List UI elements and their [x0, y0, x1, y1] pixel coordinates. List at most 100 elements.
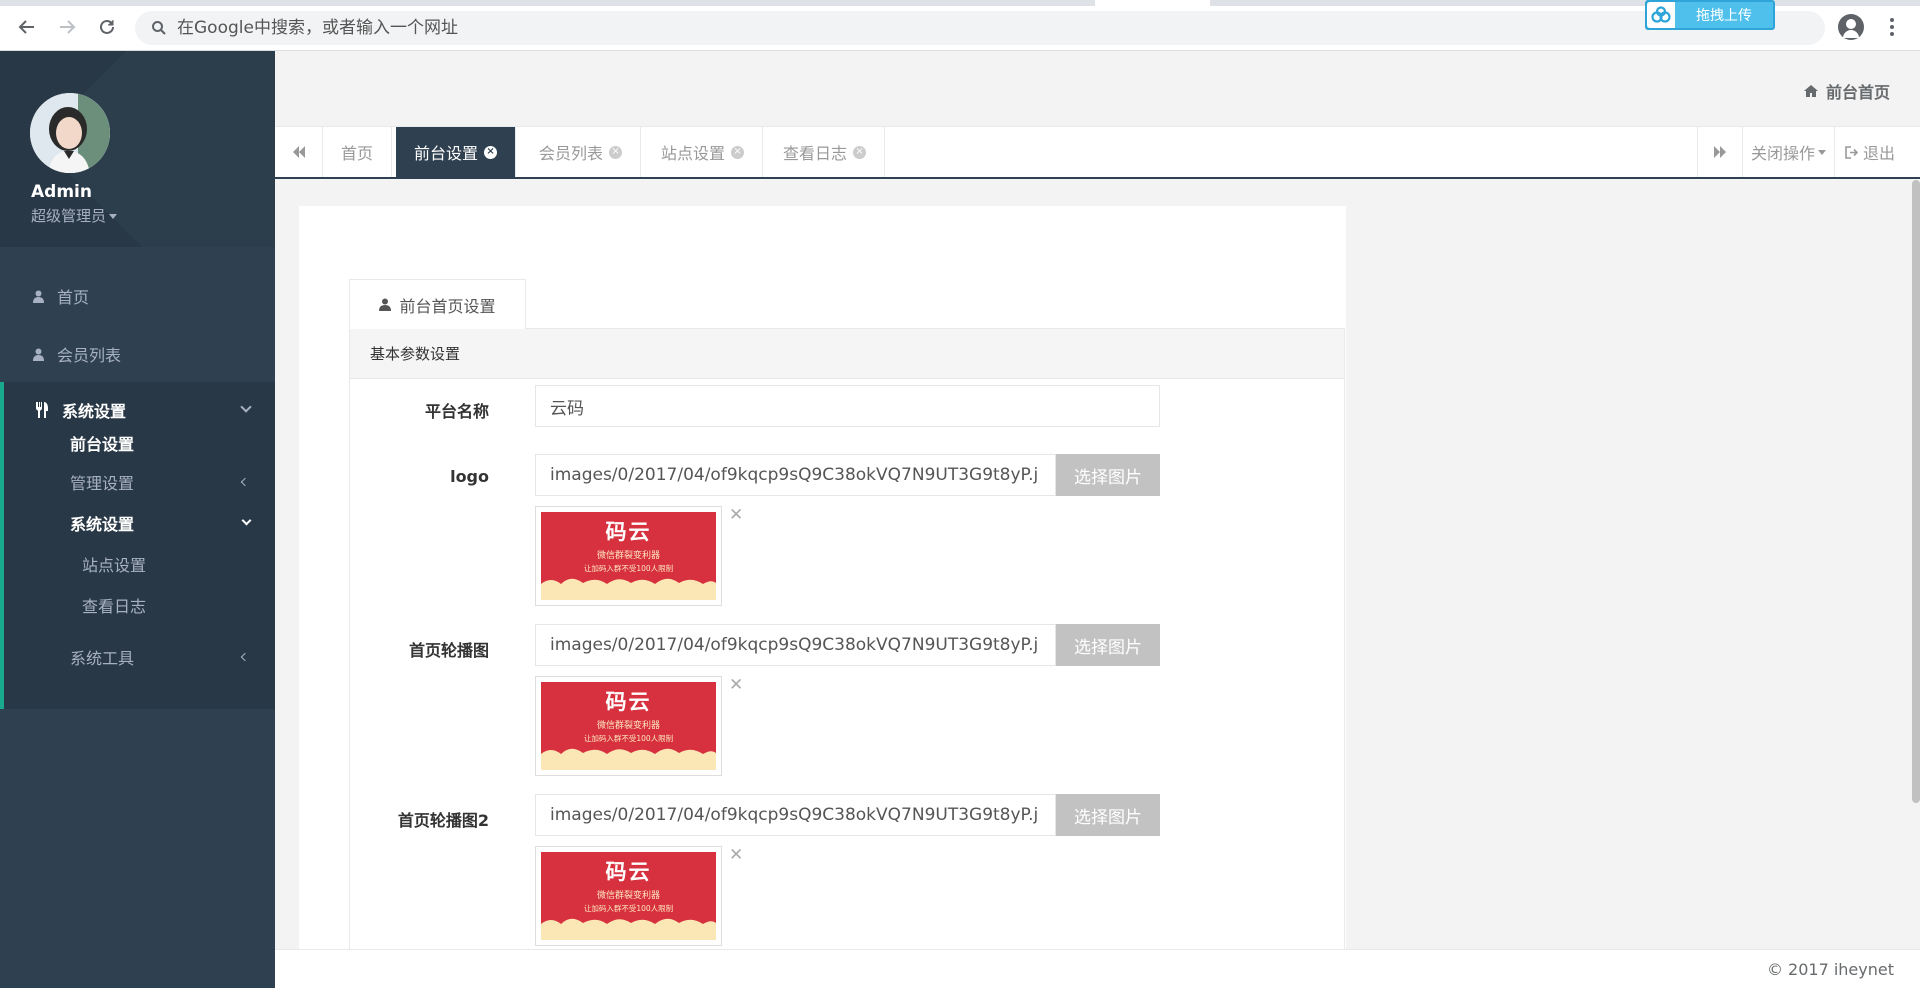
sidebar: Admin 超级管理员 首页 会员列表 系统设置 前台设置 管理设置 系统设置 …: [0, 51, 275, 988]
tab-frontend-home-settings[interactable]: 前台首页设置: [349, 279, 526, 329]
upload-badge-label: 拖拽上传: [1696, 8, 1752, 24]
address-bar[interactable]: [135, 11, 1825, 45]
user-icon: [31, 289, 45, 303]
banner1-label: 首页轮播图: [408, 641, 489, 660]
settings-card: 前台首页设置 基本参数设置 平台名称 logo 选择图片 码云 微信群裂变利器 …: [299, 206, 1346, 949]
banner1-preview-image: 码云 微信群裂变利器 让加码入群不受100人限制: [541, 682, 716, 770]
active-browser-tab[interactable]: [1095, 0, 1210, 6]
drag-upload-badge[interactable]: 拖拽上传: [1645, 0, 1775, 30]
subitem-label: 系统设置: [70, 515, 135, 534]
panel-title: 基本参数设置: [350, 329, 1344, 379]
logo-thumbnail: 码云 微信群裂变利器 让加码入群不受100人限制: [535, 506, 722, 606]
banner1-thumbnail: 码云 微信群裂变利器 让加码入群不受100人限制: [535, 676, 722, 776]
tab-close-icon[interactable]: ×: [484, 145, 498, 159]
banner2-thumbnail: 码云 微信群裂变利器 让加码入群不受100人限制: [535, 846, 722, 946]
address-input[interactable]: [177, 11, 1777, 45]
copyright: © 2017 iheynet: [1766, 960, 1894, 979]
tab-label: 查看日志: [783, 144, 848, 163]
tab-strip: [0, 0, 1920, 6]
sign-out-icon: [1845, 145, 1859, 159]
avatar[interactable]: [30, 93, 110, 173]
footer: © 2017 iheynet: [275, 949, 1920, 988]
tab-home[interactable]: 首页: [323, 127, 393, 177]
logout-button[interactable]: 退出: [1834, 127, 1920, 177]
reload-icon[interactable]: [94, 14, 120, 40]
thumb-title: 码云: [605, 519, 652, 544]
tabs-scroll-left-icon[interactable]: [275, 127, 323, 177]
banner1-select-image-button[interactable]: 选择图片: [1056, 624, 1160, 666]
cloud-icon: [1647, 2, 1675, 28]
user-name: Admin: [31, 182, 92, 202]
sidebar-subitem-admin-settings[interactable]: 管理设置: [70, 467, 270, 497]
sidebar-subitem-site-settings[interactable]: 站点设置: [82, 549, 146, 579]
platform-name-field[interactable]: [535, 385, 1160, 427]
subitem-label: 查看日志: [82, 597, 147, 616]
banner2-select-image-button[interactable]: 选择图片: [1056, 794, 1160, 836]
banner2-preview-image: 码云 微信群裂变利器 让加码入群不受100人限制: [541, 852, 716, 940]
logo-preview-image: 码云 微信群裂变利器 让加码入群不受100人限制: [541, 512, 716, 600]
sidebar-item-home[interactable]: 首页: [0, 267, 275, 325]
banner2-path-field[interactable]: [535, 794, 1056, 836]
tab-label: 站点设置: [661, 144, 726, 163]
breadcrumb-label: 前台首页: [1825, 83, 1890, 102]
content-scrollbar[interactable]: [1912, 180, 1920, 803]
chevron-down-icon: [240, 401, 252, 413]
page-header: 前台首页: [275, 51, 1920, 127]
sidebar-group-label: 系统设置: [62, 402, 127, 421]
card-tab-label: 前台首页设置: [399, 296, 496, 316]
caret-down-icon: [109, 214, 118, 219]
tab-site-settings[interactable]: 站点设置 ×: [643, 127, 764, 177]
user-role-dropdown[interactable]: 超级管理员: [31, 205, 118, 226]
back-icon[interactable]: [14, 14, 40, 40]
tab-close-icon[interactable]: ×: [731, 145, 745, 159]
tab-view-logs[interactable]: 查看日志 ×: [765, 127, 886, 177]
thumb-title: 码云: [605, 689, 652, 714]
home-icon: [1803, 85, 1818, 97]
chevron-left-icon: [240, 652, 250, 662]
chevron-down-icon: [241, 515, 252, 526]
subitem-label: 站点设置: [82, 556, 147, 575]
logo-path-field[interactable]: [535, 454, 1056, 496]
tabs-scroll-right-icon[interactable]: [1697, 127, 1742, 177]
sidebar-subitem-system-settings[interactable]: 系统设置: [70, 508, 270, 538]
close-operations-dropdown[interactable]: 关闭操作: [1742, 127, 1834, 177]
logo-select-image-button[interactable]: 选择图片: [1056, 454, 1160, 496]
thumb-line1: 微信群裂变利器: [596, 721, 660, 731]
settings-panel: 基本参数设置 平台名称 logo 选择图片 码云 微信群裂变利器 让加码入群不受…: [349, 328, 1345, 949]
sidebar-group-system-settings: 系统设置 前台设置 管理设置 系统设置 站点设置 查看日志 系统工具: [0, 382, 275, 709]
search-icon: [152, 21, 166, 35]
tab-frontend-settings[interactable]: 前台设置 ×: [396, 127, 517, 177]
page-tabs: 首页 前台设置 × 会员列表 × 站点设置 × 查看日志 × 关闭操作 退出: [275, 127, 1920, 179]
profile-icon[interactable]: [1838, 14, 1864, 40]
tab-close-icon[interactable]: ×: [853, 145, 867, 159]
sidebar-subitem-view-logs[interactable]: 查看日志: [82, 590, 146, 620]
sidebar-item-members[interactable]: 会员列表: [0, 325, 275, 383]
sidebar-subitem-frontend-settings[interactable]: 前台设置: [70, 428, 270, 458]
chevron-left-icon: [240, 477, 250, 487]
logo-label: logo: [450, 467, 489, 486]
tab-member-list[interactable]: 会员列表 ×: [521, 127, 642, 177]
thumb-title: 码云: [605, 859, 652, 884]
profile-block: Admin 超级管理员: [0, 51, 275, 247]
tab-close-icon[interactable]: ×: [609, 145, 623, 159]
close-ops-label: 关闭操作: [1751, 144, 1816, 163]
thumb-line1: 微信群裂变利器: [596, 891, 660, 901]
subitem-label: 前台设置: [70, 435, 135, 454]
banner2-label: 首页轮播图2: [397, 811, 489, 830]
logout-label: 退出: [1863, 144, 1896, 163]
remove-logo-icon[interactable]: ✕: [729, 507, 745, 524]
remove-banner2-icon[interactable]: ✕: [729, 847, 745, 864]
thumb-line2: 让加码入群不受100人限制: [583, 734, 674, 743]
subitem-label: 管理设置: [70, 474, 135, 493]
subitem-label: 系统工具: [70, 649, 135, 668]
tab-label: 会员列表: [539, 144, 604, 163]
remove-banner1-icon[interactable]: ✕: [729, 677, 745, 694]
sidebar-subitem-system-tools[interactable]: 系统工具: [70, 642, 270, 672]
platform-name-label: 平台名称: [424, 402, 489, 421]
banner1-path-field[interactable]: [535, 624, 1056, 666]
forward-icon[interactable]: [54, 14, 80, 40]
breadcrumb[interactable]: 前台首页: [1803, 79, 1890, 103]
browser-toolbar: 拖拽上传: [0, 0, 1920, 51]
more-menu-icon[interactable]: [1885, 14, 1899, 40]
user-role-label: 超级管理员: [31, 207, 107, 225]
